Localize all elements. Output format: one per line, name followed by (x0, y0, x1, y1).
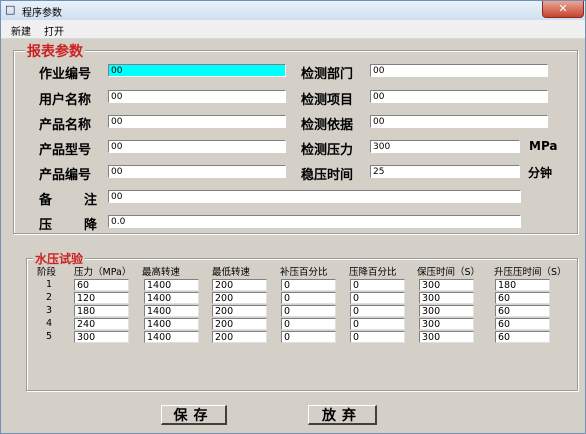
cell-rise-time[interactable]: 60 (495, 331, 550, 343)
cell-max-speed[interactable]: 1400 (144, 292, 199, 304)
cell-make-up-pct[interactable]: 0 (281, 279, 336, 291)
stabilize-time-field[interactable]: 25 (370, 165, 520, 178)
label-user-name: 用户名称 (39, 93, 92, 108)
cell-drop-pct[interactable]: 0 (350, 305, 405, 317)
discard-button[interactable]: 放弃 (308, 405, 377, 425)
app-icon: □ (5, 3, 16, 16)
job-number-field[interactable]: 00 (108, 64, 286, 77)
cell-drop-pct[interactable]: 0 (350, 279, 405, 291)
window-title: 程序参数 (22, 8, 62, 19)
col-header-rise-time: 升压压时间（S） (494, 267, 567, 278)
cell-rise-time[interactable]: 60 (495, 318, 550, 330)
cell-make-up-pct[interactable]: 0 (281, 305, 336, 317)
test-pressure-field[interactable]: 300 (370, 140, 520, 153)
label-product-name: 产品名称 (39, 118, 92, 133)
label-remark-a: 备 (39, 193, 53, 208)
label-pressure-drop-a: 压 (39, 218, 53, 233)
col-header-stage: 阶段 (37, 267, 57, 278)
label-stabilize-time: 稳压时间 (301, 168, 354, 183)
menu-new[interactable]: 新建 (11, 23, 31, 38)
cell-pressure[interactable]: 240 (74, 318, 129, 330)
cell-rise-time[interactable]: 60 (495, 305, 550, 317)
menu-bar: 新建 打开 (1, 20, 585, 39)
cell-drop-pct[interactable]: 0 (350, 318, 405, 330)
cell-make-up-pct[interactable]: 0 (281, 292, 336, 304)
stage-number: 1 (45, 279, 53, 290)
cell-min-speed[interactable]: 200 (212, 331, 267, 343)
label-product-number: 产品编号 (39, 168, 92, 183)
inspection-basis-field[interactable]: 00 (370, 115, 548, 128)
col-header-drop-pct: 压降百分比 (349, 267, 397, 278)
user-name-field[interactable]: 00 (108, 90, 286, 103)
pressure-drop-field[interactable]: 0.0 (108, 215, 521, 228)
col-header-max-speed: 最高转速 (142, 267, 181, 278)
cell-hold-time[interactable]: 300 (419, 279, 474, 291)
label-remark-b: 注 (84, 193, 98, 208)
cell-hold-time[interactable]: 300 (419, 305, 474, 317)
test-pressure-unit: MPa (529, 139, 558, 153)
menu-open[interactable]: 打开 (44, 23, 64, 38)
inspection-dept-field[interactable]: 00 (370, 64, 548, 77)
stage-number: 5 (45, 331, 53, 342)
close-icon: ✕ (558, 2, 568, 15)
inspection-item-field[interactable]: 00 (370, 90, 548, 103)
label-product-model: 产品型号 (39, 143, 92, 158)
col-header-min-speed: 最低转速 (212, 267, 251, 278)
app-window: □ 程序参数 ✕ 新建 打开 报表参数 作业编号 00 用户名称 00 产品名称… (0, 0, 586, 434)
cell-min-speed[interactable]: 200 (212, 318, 267, 330)
report-params-title: 报表参数 (25, 41, 85, 61)
cell-drop-pct[interactable]: 0 (350, 331, 405, 343)
cell-rise-time[interactable]: 60 (495, 292, 550, 304)
cell-min-speed[interactable]: 200 (212, 279, 267, 291)
cell-pressure[interactable]: 120 (74, 292, 129, 304)
cell-hold-time[interactable]: 300 (419, 318, 474, 330)
cell-min-speed[interactable]: 200 (212, 305, 267, 317)
title-bar: □ 程序参数 ✕ (1, 1, 585, 20)
label-job-number: 作业编号 (39, 67, 92, 82)
label-inspection-basis: 检测依据 (301, 118, 354, 133)
cell-max-speed[interactable]: 1400 (144, 305, 199, 317)
col-header-hold-time: 保压时间（S） (417, 267, 481, 278)
cell-min-speed[interactable]: 200 (212, 292, 267, 304)
product-name-field[interactable]: 00 (108, 115, 286, 128)
cell-drop-pct[interactable]: 0 (350, 292, 405, 304)
client-area: 报表参数 作业编号 00 用户名称 00 产品名称 00 产品型号 00 产品编… (1, 39, 585, 433)
cell-rise-time[interactable]: 180 (495, 279, 550, 291)
cell-make-up-pct[interactable]: 0 (281, 318, 336, 330)
cell-max-speed[interactable]: 1400 (144, 279, 199, 291)
product-number-field[interactable]: 00 (108, 165, 286, 178)
product-model-field[interactable]: 00 (108, 140, 286, 153)
cell-pressure[interactable]: 300 (74, 331, 129, 343)
save-button[interactable]: 保存 (161, 405, 227, 425)
cell-hold-time[interactable]: 300 (419, 331, 474, 343)
cell-make-up-pct[interactable]: 0 (281, 331, 336, 343)
stage-number: 4 (45, 318, 53, 329)
cell-pressure[interactable]: 180 (74, 305, 129, 317)
label-inspection-dept: 检测部门 (301, 67, 354, 82)
label-test-pressure: 检测压力 (301, 143, 354, 158)
cell-max-speed[interactable]: 1400 (144, 318, 199, 330)
cell-pressure[interactable]: 60 (74, 279, 129, 291)
cell-hold-time[interactable]: 300 (419, 292, 474, 304)
remark-field[interactable]: 00 (108, 190, 521, 203)
label-inspection-item: 检测项目 (301, 93, 354, 108)
cell-max-speed[interactable]: 1400 (144, 331, 199, 343)
col-header-make-up-pct: 补压百分比 (280, 267, 328, 278)
stage-number: 3 (45, 305, 53, 316)
stabilize-time-unit: 分钟 (528, 166, 553, 180)
close-button[interactable]: ✕ (542, 1, 584, 18)
stage-number: 2 (45, 292, 53, 303)
label-pressure-drop-b: 降 (84, 218, 98, 233)
col-header-pressure: 压力（MPa） (74, 267, 132, 278)
